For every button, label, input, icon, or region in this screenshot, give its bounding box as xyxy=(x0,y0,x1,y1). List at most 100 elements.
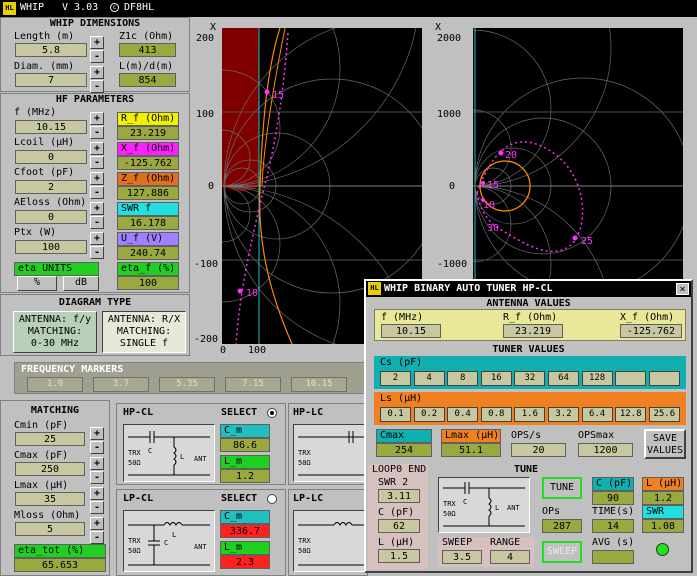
diagram-option-rx[interactable]: ANTENNA: R/X MATCHING: SINGLE f xyxy=(102,311,186,353)
tuner-schematic: TRX 50Ω ANT C L xyxy=(438,477,530,533)
ls-cell-3[interactable]: 0.8 xyxy=(480,407,512,422)
cs-cell-2[interactable]: 8 xyxy=(447,371,479,386)
ls-cell-6[interactable]: 6.4 xyxy=(581,407,613,422)
diam-increment-button[interactable]: + xyxy=(90,66,104,79)
tuner-c-label: C xyxy=(463,498,467,506)
lp-cl-cm-value: 336.7 xyxy=(220,524,270,538)
tune-button[interactable]: TUNE xyxy=(542,477,582,499)
cfoot-increment-button[interactable]: + xyxy=(90,172,104,185)
mloss-decrement-button[interactable]: - xyxy=(90,531,104,544)
sweep-button[interactable]: SWEEP xyxy=(542,541,582,563)
unit-db-button[interactable]: dB xyxy=(63,276,99,291)
cfoot-decrement-button[interactable]: - xyxy=(90,186,104,199)
length-value[interactable]: 5.8 xyxy=(15,43,87,57)
antenna-values-heading: ANTENNA VALUES xyxy=(486,298,571,309)
cmax-increment-button[interactable]: + xyxy=(90,457,104,470)
tuner-title: WHIP BINARY AUTO TUNER HP-CL xyxy=(384,283,553,294)
matching-panel: MATCHING Cmin (pF) 25 + - Cmax (pF) 250 … xyxy=(0,400,110,576)
copyright-icon: c xyxy=(110,3,119,12)
l1m-label: L(m)/d(m) xyxy=(119,61,174,72)
hp-cl-select-radio[interactable] xyxy=(267,408,277,418)
marker-5[interactable]: 10.15 xyxy=(291,377,347,392)
cs-cell-4[interactable]: 32 xyxy=(514,371,546,386)
hp-cl-cm-label: C_m (pF) xyxy=(220,424,270,448)
length-decrement-button[interactable]: - xyxy=(90,50,104,63)
ls-cell-0[interactable]: 0.1 xyxy=(380,407,411,422)
cs-cell-6[interactable]: 128 xyxy=(581,371,613,386)
ptx-value[interactable]: 100 xyxy=(15,240,87,254)
marker-2[interactable]: 3.7 xyxy=(93,377,149,392)
marker-4[interactable]: 7.15 xyxy=(225,377,281,392)
lcoil-value[interactable]: 0 xyxy=(15,150,87,164)
hp-cl-lm-label: L_m (µH) xyxy=(220,455,270,479)
ls-cell-1[interactable]: 0.2 xyxy=(413,407,445,422)
diagram-type-heading: DIAGRAM TYPE xyxy=(58,297,132,308)
lmax-value[interactable]: 35 xyxy=(15,492,85,506)
lmax-decrement-button[interactable]: - xyxy=(90,501,104,514)
cmin-increment-button[interactable]: + xyxy=(90,427,104,440)
tuner-xf-label: X_f (Ohm) xyxy=(620,312,675,323)
cfoot-value[interactable]: 2 xyxy=(15,180,87,194)
aeloss-value[interactable]: 0 xyxy=(15,210,87,224)
lcoil-decrement-button[interactable]: - xyxy=(90,156,104,169)
cmax-label: Cmax (pF) xyxy=(14,450,69,461)
tuner-l-label: L xyxy=(495,504,499,512)
ls-cell-7[interactable]: 12.8 xyxy=(615,407,647,422)
range-value[interactable]: 4 xyxy=(490,550,530,564)
cmin-value[interactable]: 25 xyxy=(15,432,85,446)
tune-l-label: L (µH) xyxy=(642,477,684,491)
aeloss-decrement-button[interactable]: - xyxy=(90,216,104,229)
cs-cell-8[interactable] xyxy=(648,371,680,386)
cmax-value[interactable]: 250 xyxy=(15,462,85,476)
tuner-values-heading: TUNER VALUES xyxy=(492,344,565,355)
time-label: TIME(s) xyxy=(592,506,635,517)
mloss-increment-button[interactable]: + xyxy=(90,517,104,530)
marker-3[interactable]: 5.35 xyxy=(159,377,215,392)
diam-value[interactable]: 7 xyxy=(15,73,87,87)
loop-l-label: L (µH) xyxy=(378,537,415,548)
auto-tuner-window: HL WHIP BINARY AUTO TUNER HP-CL × ANTENN… xyxy=(364,279,693,573)
cs-cell-3[interactable]: 16 xyxy=(480,371,512,386)
lp-cl-lm-value: 2.3 xyxy=(220,555,270,569)
unit-percent-button[interactable]: % xyxy=(17,276,57,291)
diam-decrement-button[interactable]: - xyxy=(90,80,104,93)
cs-label: Cs (pF) xyxy=(380,357,423,368)
cmin-decrement-button[interactable]: - xyxy=(90,441,104,454)
cmax-decrement-button[interactable]: - xyxy=(90,471,104,484)
tune-l-value: 1.2 xyxy=(642,491,684,505)
length-increment-button[interactable]: + xyxy=(90,36,104,49)
aeloss-increment-button[interactable]: + xyxy=(90,202,104,215)
left-ytick: 200 xyxy=(196,33,215,44)
f-value[interactable]: 10.15 xyxy=(15,120,87,134)
ls-cell-5[interactable]: 3.2 xyxy=(548,407,579,422)
ls-cell-8[interactable]: 25.6 xyxy=(648,407,680,422)
lmax-tuner-value: 51.1 xyxy=(441,443,501,457)
diagram-option-fy[interactable]: ANTENNA: f/y MATCHING: 0-30 MHz xyxy=(13,311,97,353)
ls-cell-2[interactable]: 0.4 xyxy=(447,407,479,422)
lmax-increment-button[interactable]: + xyxy=(90,487,104,500)
save-values-button[interactable]: SAVE VALUES xyxy=(644,429,686,459)
lp-cl-select-radio[interactable] xyxy=(267,494,277,504)
tuner-close-button[interactable]: × xyxy=(676,283,689,295)
ls-cell-4[interactable]: 1.6 xyxy=(514,407,546,422)
lcoil-increment-button[interactable]: + xyxy=(90,142,104,155)
cs-cell-7[interactable] xyxy=(615,371,647,386)
cs-cell-0[interactable]: 2 xyxy=(380,371,411,386)
cs-cell-1[interactable]: 4 xyxy=(413,371,445,386)
ptx-increment-button[interactable]: + xyxy=(90,232,104,245)
f-increment-button[interactable]: + xyxy=(90,112,104,125)
left-xtick: 0 xyxy=(220,345,227,356)
left-ytick: -100 xyxy=(194,259,219,270)
marker-1[interactable]: 1.9 xyxy=(27,377,83,392)
loop-l-value: 1.5 xyxy=(378,549,420,563)
trx-label: TRX xyxy=(128,449,141,457)
tuner-ant-label: ANT xyxy=(507,504,520,512)
sweep-value[interactable]: 3.5 xyxy=(442,550,482,564)
right-impedance-plot: 20 15 10 30 25 xyxy=(334,0,692,463)
f-decrement-button[interactable]: - xyxy=(90,126,104,139)
mloss-value[interactable]: 5 xyxy=(15,522,85,536)
hp-cl-title: HP-CL xyxy=(123,407,154,418)
cs-cell-5[interactable]: 64 xyxy=(548,371,579,386)
ptx-decrement-button[interactable]: - xyxy=(90,246,104,259)
sweep-box: SWEEP RANGE 3.5 4 xyxy=(438,537,534,567)
